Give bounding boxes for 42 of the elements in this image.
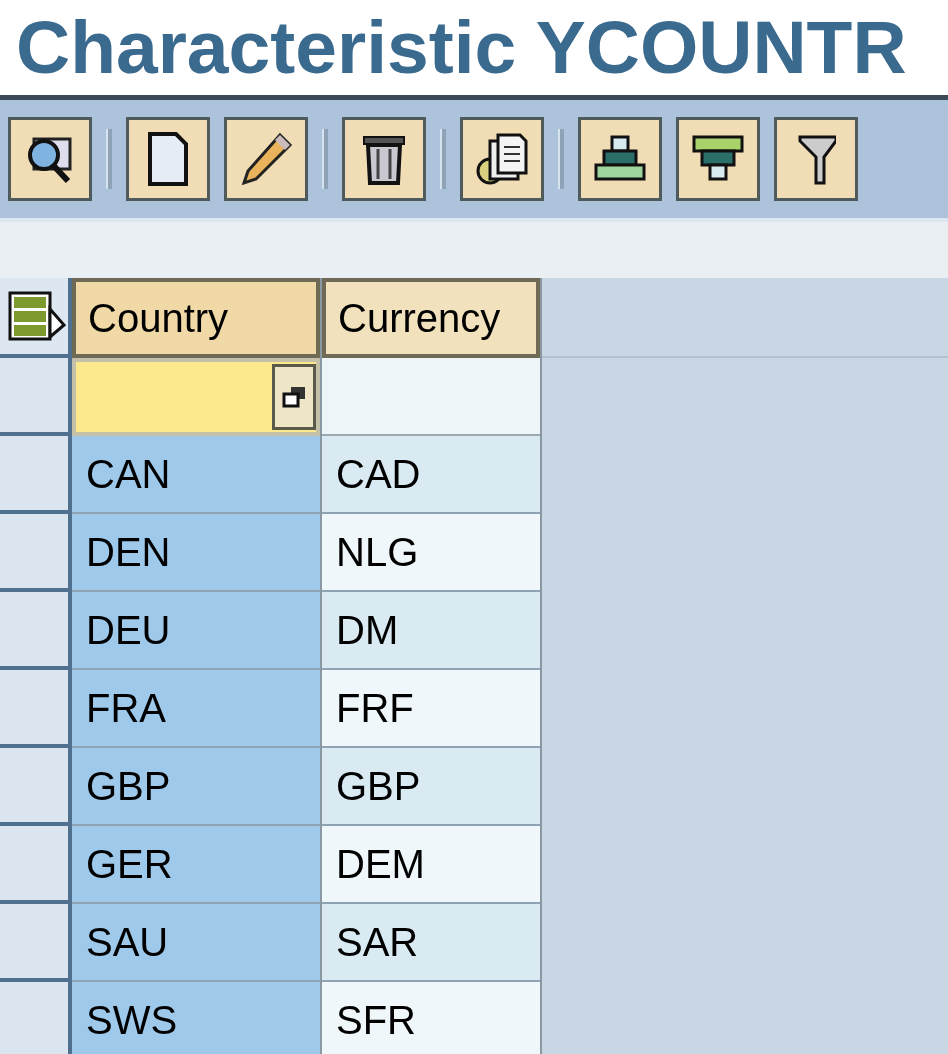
row-selector[interactable] (0, 826, 68, 904)
table-cell: GER (72, 826, 320, 904)
table-cell: DEN (72, 514, 320, 592)
row-selector[interactable] (0, 592, 68, 670)
table-cell: NLG (322, 514, 540, 592)
toolbar-button[interactable] (342, 117, 426, 201)
row-selector[interactable] (0, 748, 68, 826)
toolbar-button[interactable] (224, 117, 308, 201)
row-selector[interactable] (0, 358, 68, 436)
table-cell: DEM (322, 826, 540, 904)
table-cell: SAR (322, 904, 540, 982)
toolbar-button[interactable] (676, 117, 760, 201)
row-selector[interactable] (0, 514, 68, 592)
table-cell: SFR (322, 982, 540, 1054)
table-cell: SAU (72, 904, 320, 982)
row-selector[interactable] (0, 670, 68, 748)
toolbar-button[interactable] (8, 117, 92, 201)
filter-field[interactable] (76, 362, 316, 432)
row-selector[interactable] (0, 436, 68, 514)
table-cell: SWS (72, 982, 320, 1054)
filter-field[interactable] (322, 358, 540, 436)
table-cell: DM (322, 592, 540, 670)
table-cell: GBP (322, 748, 540, 826)
window-title: Characteristic YCOUNTR (16, 10, 907, 85)
table-cell: CAN (72, 436, 320, 514)
toolbar-button[interactable] (578, 117, 662, 201)
column-header[interactable]: Country (72, 278, 320, 358)
toolbar-button[interactable] (126, 117, 210, 201)
column-header[interactable]: Currency (322, 278, 540, 358)
value-help-button[interactable] (272, 364, 316, 430)
table-cell: FRF (322, 670, 540, 748)
table-cell: FRA (72, 670, 320, 748)
copy-pages-icon (474, 131, 530, 187)
toolbar-button[interactable] (774, 117, 858, 201)
table-settings-icon[interactable] (8, 289, 68, 343)
toolbar-button[interactable] (460, 117, 544, 201)
table-cell: DEU (72, 592, 320, 670)
row-selector[interactable] (0, 904, 68, 982)
window-icon (281, 385, 307, 409)
blank-page-icon (146, 131, 190, 187)
table-cell: GBP (72, 748, 320, 826)
table-cell: CAD (322, 436, 540, 514)
